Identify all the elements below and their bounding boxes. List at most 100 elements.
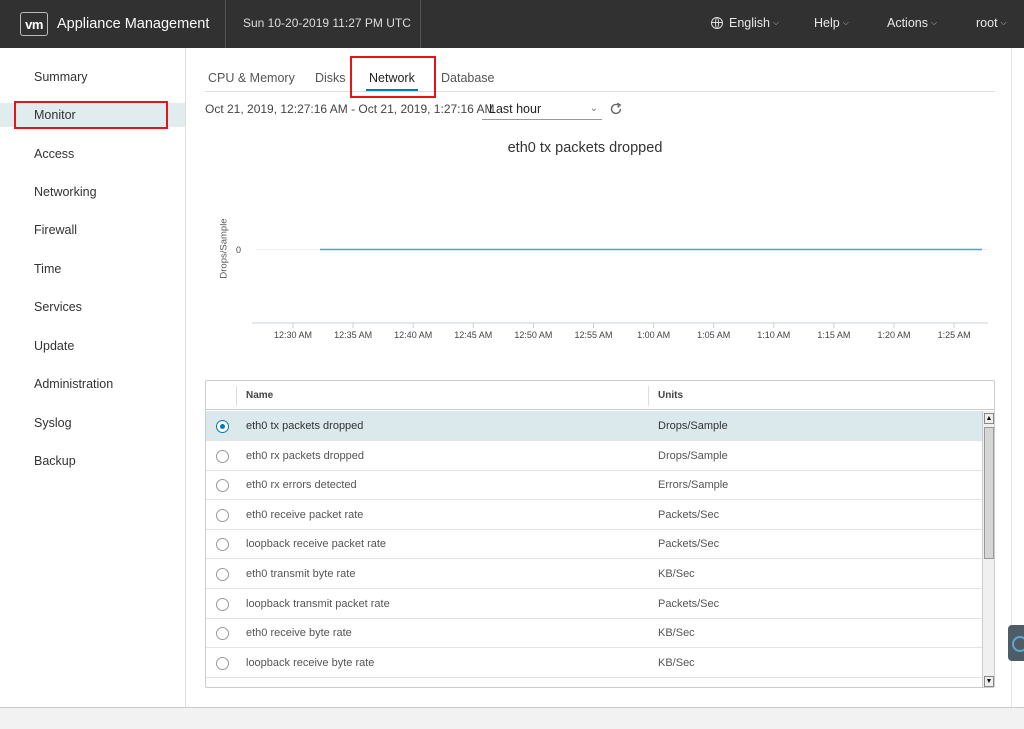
app-header: vm Appliance Management Sun 10-20-2019 1… [0,0,1024,48]
header-datetime: Sun 10-20-2019 11:27 PM UTC [243,16,411,30]
row-units: Drops/Sample [658,420,728,432]
row-name: eth0 rx packets dropped [246,449,365,462]
sidebar-item-summary[interactable]: Summary [0,65,185,89]
monitor-highlight-box [14,101,168,129]
row-units: Packets/Sec [658,597,720,610]
row-units: KB/Sec [658,627,695,640]
scroll-up-arrow-icon[interactable]: ▲ [984,413,994,424]
radio-button[interactable] [216,656,229,670]
radio-button[interactable] [216,568,229,581]
radio-button[interactable] [216,538,229,552]
row-name: eth0 rx errors detected [246,479,357,492]
row-units: KB/Sec [658,568,695,580]
table-row[interactable]: eth0 rx packets dropped Drops/Sample [206,441,982,471]
x-tick-label: 12:55 AM [574,330,612,340]
x-tick-label: 1:05 AM [697,330,730,340]
table-row[interactable]: eth0 receive byte rate KB/Sec [206,618,982,649]
x-tick-label: 12:40 AM [394,330,432,340]
floating-assist-icon[interactable] [1008,625,1024,661]
table-row[interactable]: eth0 rx errors detected Errors/Sample [206,470,982,501]
radio-button[interactable] [216,420,229,433]
column-header-name[interactable]: Name [246,390,273,401]
table-row[interactable]: loopback transmit packet rate Packets/Sec [206,589,982,619]
bottom-status-bar [0,707,1024,729]
row-name: eth0 receive packet rate [246,508,364,521]
table-row[interactable]: eth0 transmit byte rate KB/Sec [206,559,982,589]
sidebar-item-administration[interactable]: Administration [0,372,185,396]
line-chart: 0 12:30 AM 12:35 AM 12:40 AM 12:45 AM 12:50 A… [236,245,988,340]
time-range-value: Last hour [489,102,542,116]
x-tick-label: 1:10 AM [757,330,790,340]
user-label: root [976,16,998,30]
chevron-down-icon: ⌵ [842,18,849,27]
monitor-tabs: CPU & Memory Disks Network Database [205,64,995,92]
row-name: loopback transmit packet rate [246,597,390,610]
header-divider [420,0,421,48]
app-title: Appliance Management [57,16,210,32]
help-menu[interactable]: Help ⌵ [814,16,849,30]
radio-button[interactable] [216,597,229,611]
sidebar-item-access[interactable]: Access [0,142,185,166]
row-units: Packets/Sec [658,538,720,551]
chevron-down-icon: ⌵ [931,18,938,27]
radio-button[interactable] [216,449,229,463]
row-units: Drops/Sample [658,449,728,462]
sidebar-item-networking[interactable]: Networking [0,180,185,204]
time-range-text: Oct 21, 2019, 12:27:16 AM - Oct 21, 2019… [205,102,495,116]
row-name: eth0 receive byte rate [246,627,352,640]
language-menu[interactable]: English ⌵ [711,16,779,30]
row-units: Packets/Sec [658,508,720,521]
row-units: Errors/Sample [658,479,729,492]
row-name: eth0 tx packets dropped [246,420,364,432]
table-row[interactable]: eth0 tx packets dropped Drops/Sample [206,411,982,441]
vmware-logo: vm [20,12,48,36]
help-label: Help [814,16,840,30]
row-name: loopback receive packet rate [246,538,387,551]
x-tick-label: 1:15 AM [817,330,850,340]
table-row[interactable]: loopback receive byte rate KB/Sec [206,648,982,678]
chevron-down-icon: ⌵ [1000,18,1007,27]
scrollbar-thumb[interactable] [984,427,994,559]
scroll-down-arrow-icon[interactable]: ▼ [984,676,994,687]
time-range-select[interactable]: Last hour ⌄ [482,98,602,120]
network-tab-highlight-box [350,56,436,98]
table-row[interactable]: loopback receive packet rate Packets/Sec [206,529,982,560]
column-separator [236,386,237,406]
tab-disks[interactable]: Disks [315,71,346,85]
x-tick-label: 1:20 AM [877,330,910,340]
sidebar-item-backup[interactable]: Backup [0,449,185,473]
x-tick-label: 1:00 AM [637,330,670,340]
refresh-icon[interactable] [609,102,623,116]
chart-title: eth0 tx packets dropped [507,140,663,156]
tab-cpu-memory[interactable]: CPU & Memory [208,71,295,85]
chevron-down-icon: ⌵ [773,18,780,27]
right-edge-panel [1011,48,1024,707]
table-row[interactable]: eth0 receive packet rate Packets/Sec [206,500,982,530]
actions-menu[interactable]: Actions ⌵ [887,16,937,30]
sidebar-item-time[interactable]: Time [0,257,185,281]
x-tick-label: 12:45 AM [454,330,492,340]
sidebar-item-firewall[interactable]: Firewall [0,218,185,242]
user-menu[interactable]: root ⌵ [976,16,1007,30]
table-scrollbar[interactable]: ▲ ▼ [982,411,994,687]
metrics-table: Name Units eth0 tx packets dropped Drops/… [205,380,995,688]
row-name: eth0 transmit byte rate [246,568,356,580]
column-header-units[interactable]: Units [658,390,683,401]
sidebar-item-syslog[interactable]: Syslog [0,411,185,435]
table-header: Name Units [206,381,994,410]
sidebar-item-update[interactable]: Update [0,334,185,358]
y-tick-label: 0 [236,245,241,255]
chevron-down-icon: ⌄ [589,103,598,114]
row-name: loopback receive byte rate [246,656,375,669]
tab-database[interactable]: Database [441,71,495,85]
radio-button[interactable] [216,627,229,641]
sidebar-item-services[interactable]: Services [0,295,185,319]
x-tick-label: 12:50 AM [514,330,552,340]
header-divider [225,0,226,48]
radio-button[interactable] [216,508,229,522]
x-tick-label: 12:35 AM [334,330,372,340]
radio-button[interactable] [216,479,229,493]
row-units: KB/Sec [658,656,695,669]
globe-icon [711,17,723,29]
actions-label: Actions [887,16,928,30]
